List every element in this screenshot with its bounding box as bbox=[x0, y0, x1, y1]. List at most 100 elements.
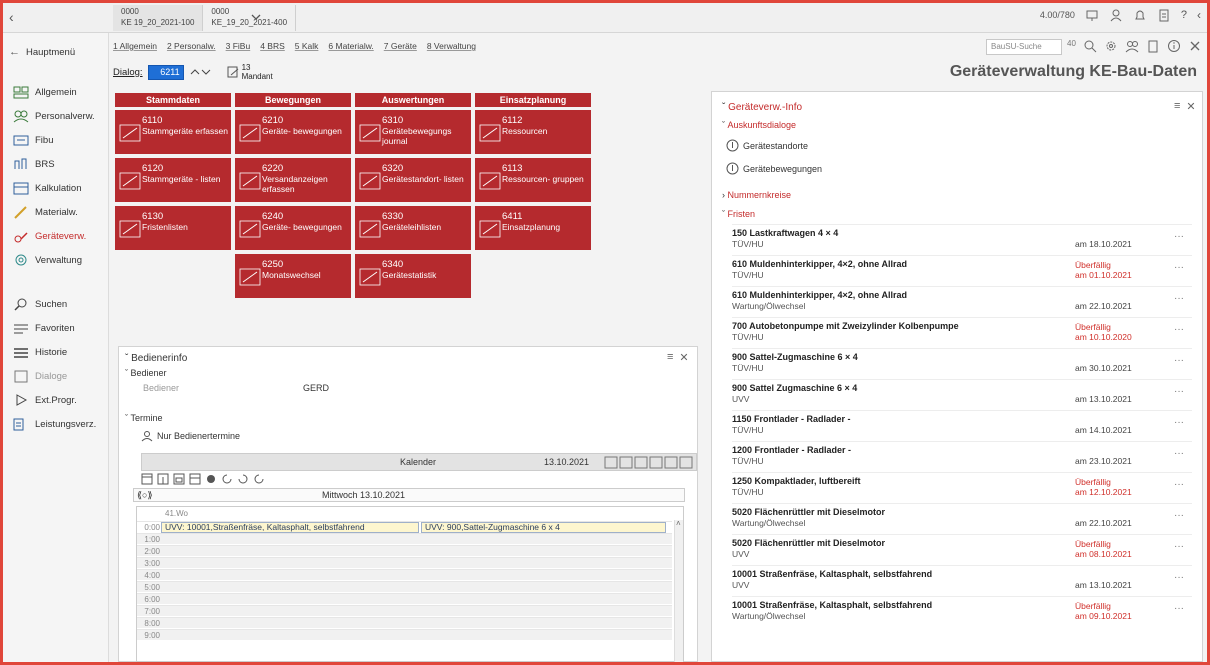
menu-item-allgemein[interactable]: 1 Allgemein bbox=[113, 41, 157, 51]
sidebar-item-dialoge[interactable]: Dialoge bbox=[13, 367, 67, 385]
tile-6340[interactable]: 6340 Gerätestatistik bbox=[355, 254, 471, 298]
hour-row[interactable]: 8:00 bbox=[137, 617, 672, 628]
tile-6240[interactable]: 6240 Geräte- bewegungen bbox=[235, 206, 351, 250]
document-tab[interactable]: 0000 KE 19_20_2021-100 bbox=[113, 5, 204, 31]
fristen-item[interactable]: 900 Sattel Zugmaschine 6 × 4 UVV am 13.10.… bbox=[732, 379, 1192, 409]
fristen-item[interactable]: 900 Sattel-Zugmaschine 6 × 4 TÜV/HU am 30.… bbox=[732, 348, 1192, 378]
hour-row[interactable]: 7:00 bbox=[137, 605, 672, 616]
menu-item-brs[interactable]: 4 BRS bbox=[260, 41, 285, 51]
nur-bedienertermine-button[interactable]: Nur Bedienertermine bbox=[141, 430, 240, 442]
refresh-icon[interactable] bbox=[221, 473, 233, 485]
fristen-item[interactable]: 1200 Frontlader - Radlader - TÜV/HU am 23.… bbox=[732, 441, 1192, 471]
day-view-icon[interactable] bbox=[157, 473, 169, 485]
menu-item-verwaltung[interactable]: 8 Verwaltung bbox=[427, 41, 476, 51]
tile-6110[interactable]: 6110 Stammgeräte erfassen bbox=[115, 110, 231, 154]
tile-6250[interactable]: 6250 Monatswechsel bbox=[235, 254, 351, 298]
settings-icon[interactable] bbox=[205, 473, 217, 485]
calendar-event[interactable]: UVV: 900,Sattel-Zugmaschine 6 x 4 bbox=[421, 522, 666, 533]
tile-6330[interactable]: 6330 Geräteleihlisten bbox=[355, 206, 471, 250]
fristen-item[interactable]: 5020 Flächenrüttler mit Dieselmotor Wartu… bbox=[732, 503, 1192, 533]
fristen-item[interactable]: 610 Muldenhinterkipper, 4×2, ohne Allrad… bbox=[732, 286, 1192, 316]
chevron-down-icon[interactable] bbox=[249, 10, 263, 24]
fristen-item[interactable]: 10001 Straßenfräse, Kaltasphalt, selbstf… bbox=[732, 596, 1192, 626]
sidebar-item-fibu[interactable]: Fibu bbox=[13, 131, 53, 149]
hour-row[interactable]: 9:00 bbox=[137, 629, 672, 640]
clipboard-icon[interactable] bbox=[1146, 39, 1160, 53]
tile-6220[interactable]: 6220 Versandanzeigen erfassen bbox=[235, 158, 351, 202]
tile-6210[interactable]: 6210 Geräte- bewegungen bbox=[235, 110, 351, 154]
users-icon[interactable] bbox=[1125, 39, 1139, 53]
hour-row[interactable]: 5:00 bbox=[137, 581, 672, 592]
calendar-nav-icons[interactable] bbox=[604, 456, 696, 470]
close-icon[interactable]: ✕ bbox=[1186, 100, 1195, 113]
more-icon[interactable]: ··· bbox=[1174, 541, 1184, 552]
tile-6320[interactable]: 6320 Gerätestandort- listen bbox=[355, 158, 471, 202]
more-icon[interactable]: ··· bbox=[1174, 479, 1184, 490]
sidebar-item-historie[interactable]: Historie bbox=[13, 343, 67, 361]
tile-6113[interactable]: 6113 Ressourcen- gruppen bbox=[475, 158, 591, 202]
sidebar-item-geraeteverw[interactable]: Geräteverw. bbox=[13, 227, 86, 245]
sidebar-item-favoriten[interactable]: Favoriten bbox=[13, 319, 75, 337]
sidebar-item-kalkulation[interactable]: Kalkulation bbox=[13, 179, 81, 197]
sidebar-item-allgemein[interactable]: Allgemein bbox=[13, 83, 77, 101]
gear-icon[interactable] bbox=[1104, 39, 1118, 53]
sidebar-item-suchen[interactable]: Suchen bbox=[13, 295, 67, 313]
sidebar-item-brs[interactable]: BRS bbox=[13, 155, 55, 173]
menu-item-geraete[interactable]: 7 Geräte bbox=[384, 41, 417, 51]
hour-row[interactable]: 3:00 bbox=[137, 557, 672, 568]
tile-6310[interactable]: 6310 Gerätebewegungs journal bbox=[355, 110, 471, 154]
more-icon[interactable]: ··· bbox=[1174, 231, 1184, 242]
section-termine[interactable]: ˇ Termine bbox=[125, 413, 163, 423]
calendar-scrollbar[interactable]: ˄ bbox=[674, 519, 683, 662]
fristen-item[interactable]: 610 Muldenhinterkipper, 4×2, ohne Allrad… bbox=[732, 255, 1192, 285]
calendar-icon[interactable] bbox=[189, 473, 201, 485]
more-icon[interactable]: ··· bbox=[1174, 324, 1184, 335]
more-icon[interactable]: ··· bbox=[1174, 293, 1184, 304]
document-icon[interactable] bbox=[1157, 8, 1171, 22]
menu-icon[interactable]: ≡ bbox=[667, 351, 673, 364]
scroll-up-icon[interactable]: ˄ bbox=[676, 519, 681, 528]
more-icon[interactable]: ··· bbox=[1174, 386, 1184, 397]
sidebar-item-extprogr[interactable]: Ext.Progr. bbox=[13, 391, 77, 409]
fristen-section[interactable]: ˇ Fristen bbox=[722, 209, 755, 219]
tile-6120[interactable]: 6120 Stammgeräte - listen bbox=[115, 158, 231, 202]
sidebar-item-personalverw[interactable]: Personalverw. bbox=[13, 107, 95, 125]
user-icon[interactable] bbox=[1109, 8, 1123, 22]
nummernkreise-section[interactable]: › Nummernkreise bbox=[722, 190, 791, 200]
toggle-icon[interactable]: ⟪○⟫ bbox=[137, 490, 152, 501]
close-icon[interactable]: ✕ bbox=[679, 351, 688, 364]
more-icon[interactable]: ··· bbox=[1174, 510, 1184, 521]
collapse-icon[interactable]: ‹ bbox=[1197, 8, 1201, 22]
undo-icon[interactable] bbox=[237, 473, 249, 485]
close-icon[interactable] bbox=[1188, 39, 1202, 53]
help-icon[interactable]: ? bbox=[1181, 9, 1187, 21]
tile-6112[interactable]: 6112 Ressourcen bbox=[475, 110, 591, 154]
sidebar-item-hauptmenue[interactable]: ← Hauptmenü bbox=[9, 43, 75, 61]
fristen-item[interactable]: 700 Autobetonpumpe mit Zweizylinder Kolb… bbox=[732, 317, 1192, 347]
sidebar-item-materialw[interactable]: Materialw. bbox=[13, 203, 78, 221]
menu-item-fibu[interactable]: 3 FiBu bbox=[226, 41, 251, 51]
bedienerinfo-title[interactable]: ˇ Bedienerinfo bbox=[125, 353, 187, 364]
section-bediener[interactable]: ˇ Bediener bbox=[125, 368, 167, 378]
hour-row[interactable]: 4:00 bbox=[137, 569, 672, 580]
mandant-selector[interactable]: 13 Mandant bbox=[226, 63, 273, 81]
info-title[interactable]: ˇ Geräteverw.-Info bbox=[722, 102, 802, 113]
redo-icon[interactable] bbox=[253, 473, 265, 485]
auskunftsdialoge-section[interactable]: ˇ Auskunftsdialoge bbox=[722, 120, 796, 130]
fristen-item[interactable]: 1250 Kompaktlader, luftbereift TÜV/HU Über… bbox=[732, 472, 1192, 502]
sidebar-item-verwaltung[interactable]: Verwaltung bbox=[13, 251, 82, 269]
hour-row[interactable]: 2:00 bbox=[137, 545, 672, 556]
menu-item-kalk[interactable]: 5 Kalk bbox=[295, 41, 319, 51]
stepper-icon[interactable] bbox=[189, 66, 211, 78]
menu-item-materialw[interactable]: 6 Materialw. bbox=[328, 41, 373, 51]
search-input[interactable]: BauSU-Suche bbox=[986, 39, 1062, 55]
hour-row[interactable]: 6:00 bbox=[137, 593, 672, 604]
tile-6411[interactable]: 6411 Einsatzplanung bbox=[475, 206, 591, 250]
calendar-event[interactable]: UVV: 10001,Straßenfräse, Kaltasphalt, se… bbox=[161, 522, 419, 533]
hour-row[interactable]: 1:00 bbox=[137, 533, 672, 544]
more-icon[interactable]: ··· bbox=[1174, 603, 1184, 614]
notification-icon[interactable] bbox=[1133, 8, 1147, 22]
search-icon[interactable] bbox=[1083, 39, 1097, 53]
more-icon[interactable]: ··· bbox=[1174, 355, 1184, 366]
sidebar-item-leistungsverz[interactable]: Leistungsverz. bbox=[13, 415, 96, 433]
